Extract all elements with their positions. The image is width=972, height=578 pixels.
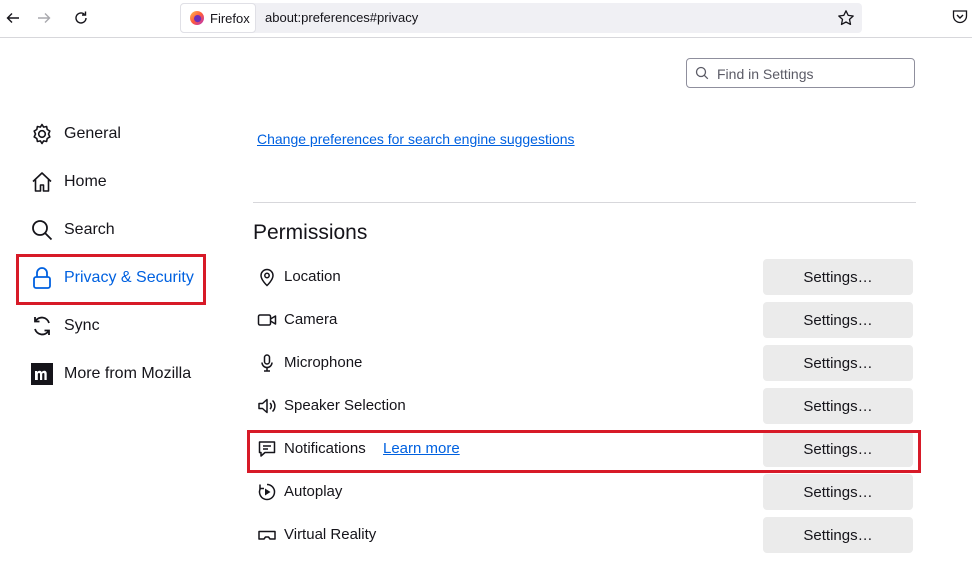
- permission-label: Speaker Selection: [284, 397, 406, 414]
- pocket-button[interactable]: [951, 8, 971, 28]
- reload-button[interactable]: [68, 5, 94, 31]
- url-text[interactable]: about:preferences#privacy: [265, 10, 418, 25]
- sidebar-item-label: General: [64, 125, 121, 142]
- back-button[interactable]: [0, 5, 26, 31]
- pocket-icon: [952, 10, 968, 24]
- camera-settings-button[interactable]: Settings…: [763, 302, 913, 338]
- permission-row-camera: Camera Settings…: [253, 302, 913, 338]
- permission-row-location: Location Settings…: [253, 259, 913, 295]
- mozilla-icon: [30, 362, 54, 386]
- permission-row-microphone: Microphone Settings…: [253, 345, 913, 381]
- camera-icon: [257, 310, 277, 330]
- browser-toolbar: Firefox about:preferences#privacy: [0, 0, 972, 38]
- forward-arrow-icon: [38, 13, 51, 23]
- identity-box[interactable]: Firefox: [180, 3, 256, 33]
- forward-button[interactable]: [31, 5, 57, 31]
- microphone-settings-button[interactable]: Settings…: [763, 345, 913, 381]
- search-suggestions-link[interactable]: Change preferences for search engine sug…: [257, 131, 575, 147]
- home-icon: [30, 170, 54, 194]
- reload-icon: [75, 11, 87, 24]
- autoplay-settings-button[interactable]: Settings…: [763, 474, 913, 510]
- bookmark-star-button[interactable]: [836, 8, 856, 28]
- firefox-logo-icon: [190, 11, 204, 25]
- sidebar-item-general[interactable]: General: [30, 118, 210, 150]
- autoplay-icon: [257, 482, 277, 502]
- sync-icon: [30, 314, 54, 338]
- permission-row-autoplay: Autoplay Settings…: [253, 474, 913, 510]
- url-bar[interactable]: Firefox about:preferences#privacy: [180, 3, 862, 33]
- sidebar-item-sync[interactable]: Sync: [30, 310, 210, 342]
- sidebar-item-label: Home: [64, 173, 107, 190]
- permission-row-speaker-selection: Speaker Selection Settings…: [253, 388, 913, 424]
- speaker-settings-button[interactable]: Settings…: [763, 388, 913, 424]
- sidebar-item-label: More from Mozilla: [64, 365, 192, 382]
- permission-row-virtual-reality: Virtual Reality Settings…: [253, 517, 913, 553]
- star-icon: [838, 10, 854, 26]
- gear-icon: [30, 122, 54, 146]
- sidebar-item-search[interactable]: Search: [30, 214, 210, 246]
- permission-label: Virtual Reality: [284, 526, 377, 543]
- search-input[interactable]: [715, 63, 909, 85]
- vr-settings-button[interactable]: Settings…: [763, 517, 913, 553]
- vr-icon: [257, 525, 277, 545]
- back-arrow-icon: [6, 13, 19, 23]
- permission-label: Microphone: [284, 354, 363, 371]
- identity-label: Firefox: [210, 10, 250, 26]
- permission-label: Autoplay: [284, 483, 343, 500]
- search-icon: [30, 218, 54, 242]
- sidebar-item-label: Sync: [64, 317, 100, 334]
- sidebar-item-more-from-mozilla[interactable]: More from Mozilla: [30, 358, 210, 390]
- permissions-heading: Permissions: [253, 221, 368, 244]
- search-icon: [695, 66, 709, 80]
- permission-label: Location: [284, 268, 341, 285]
- highlight-box-privacy: [16, 254, 206, 305]
- highlight-box-notifications: [247, 430, 921, 473]
- location-icon: [257, 267, 277, 287]
- sidebar-item-label: Search: [64, 221, 115, 238]
- sidebar-item-home[interactable]: Home: [30, 166, 210, 198]
- microphone-icon: [257, 353, 277, 373]
- settings-search-box[interactable]: [686, 58, 915, 88]
- permission-label: Camera: [284, 311, 338, 328]
- location-settings-button[interactable]: Settings…: [763, 259, 913, 295]
- section-divider: [253, 202, 916, 203]
- speaker-icon: [257, 396, 277, 416]
